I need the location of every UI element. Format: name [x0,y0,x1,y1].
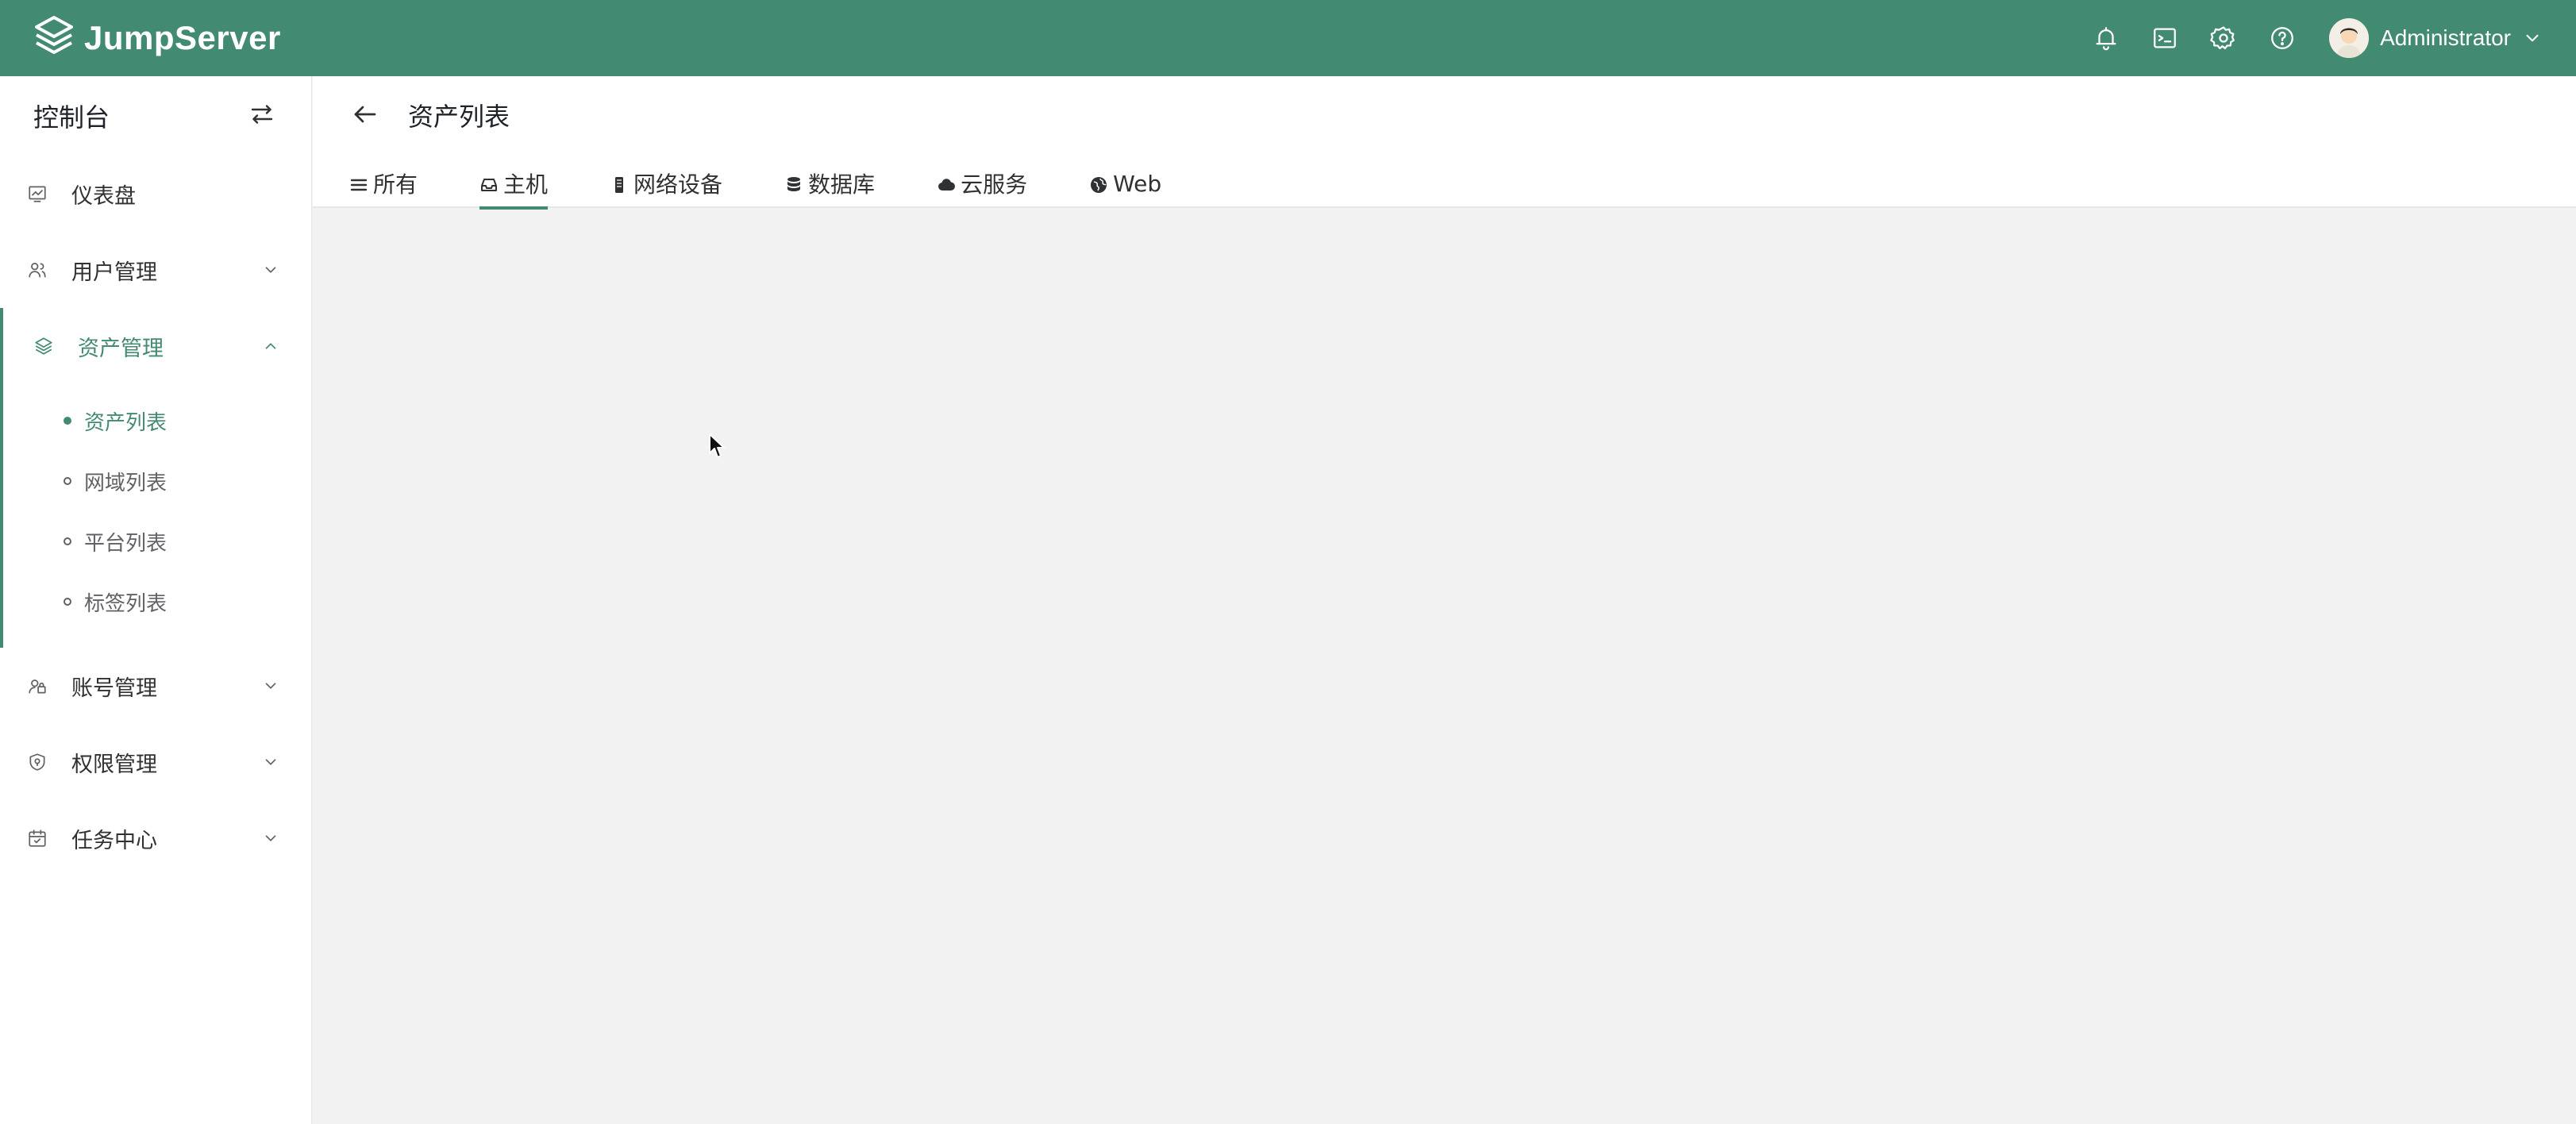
avatar [2329,18,2370,58]
chevron-down-icon [262,753,279,771]
switch-view-icon[interactable] [248,100,276,132]
gear-icon[interactable] [2194,0,2253,76]
account-icon [27,676,48,696]
calendar-icon [27,828,48,849]
bullet-icon [64,477,71,485]
sidebar-item-dashboard[interactable]: 仪表盘 [0,156,311,232]
list-icon [349,174,368,193]
chevron-down-icon [2522,28,2543,48]
sidebar-subitem-asset-list[interactable]: 资产列表 [3,391,311,451]
globe-icon [1089,174,1108,193]
app-logo[interactable]: JumpServer [32,14,281,62]
bullet-icon [64,417,71,425]
sidebar-subitem-platform-list[interactable]: 平台列表 [3,511,311,572]
top-header: JumpServer Administrator [0,0,2576,76]
back-arrow-icon[interactable] [351,100,379,129]
header-actions: Administrator [2077,0,2576,76]
page-header: 资产列表 所有 主机 网络设备 数据库 云服务 Web [313,76,2576,210]
sidebar-subitem-label: 资产列表 [84,410,167,435]
terminal-icon[interactable] [2135,0,2194,76]
bullet-icon [64,598,71,606]
bell-icon[interactable] [2077,0,2135,76]
page-title: 资产列表 [408,102,510,132]
sidebar-item-label: 账号管理 [71,676,157,701]
chevron-up-icon [262,337,279,355]
sidebar-item-assets[interactable]: 资产管理 [3,308,311,384]
tab-label: 数据库 [808,171,876,198]
tab-cloud-service[interactable]: 云服务 [937,159,1027,208]
chevron-down-icon [262,261,279,279]
tab-label: 网络设备 [633,171,723,198]
sidebar: 控制台 仪表盘 用户管理 资产管理 资产列表 网域列表 平台列表 标签列表 账号… [0,76,312,1124]
tab-host[interactable]: 主机 [479,159,549,210]
sidebar-item-permissions[interactable]: 权限管理 [0,724,311,800]
sidebar-subitem-label: 平台列表 [84,531,167,556]
layers-icon [33,336,54,356]
tab-network-device[interactable]: 网络设备 [610,159,722,208]
chevron-down-icon [262,677,279,695]
sidebar-item-tasks[interactable]: 任务中心 [0,800,311,876]
sidebar-item-accounts[interactable]: 账号管理 [0,648,311,724]
tab-label: Web [1113,170,1162,197]
sidebar-subitem-label-list[interactable]: 标签列表 [3,572,311,632]
sidebar-title: 控制台 [33,102,110,133]
sidebar-subitem-label: 标签列表 [84,591,167,616]
cloud-icon [937,174,956,193]
mouse-cursor-icon [708,433,726,460]
help-icon[interactable] [2253,0,2312,76]
chevron-down-icon [262,830,279,847]
content-area [313,210,2576,1124]
tab-label: 主机 [503,171,549,198]
sidebar-subitem-label: 网域列表 [84,471,167,495]
sidebar-item-label: 权限管理 [71,752,157,777]
shield-icon [27,752,48,772]
app-name: JumpServer [84,19,281,56]
database-icon [784,174,803,193]
tab-web[interactable]: Web [1089,159,1161,208]
user-name: Administrator [2380,25,2511,50]
sidebar-item-label: 任务中心 [71,828,157,853]
sidebar-item-label: 用户管理 [71,260,157,285]
sidebar-item-users[interactable]: 用户管理 [0,232,311,308]
inbox-icon [479,174,499,193]
tab-all[interactable]: 所有 [349,159,418,208]
dashboard-icon [27,183,48,204]
sidebar-item-label: 仪表盘 [71,183,136,209]
tab-label: 所有 [373,171,418,198]
sidebar-group-assets: 资产管理 资产列表 网域列表 平台列表 标签列表 [0,308,311,648]
bullet-icon [64,537,71,545]
tab-database[interactable]: 数据库 [784,159,875,208]
sidebar-header: 控制台 [0,76,311,156]
device-icon [610,174,629,193]
logo-icon [32,14,76,62]
sidebar-subitem-zone-list[interactable]: 网域列表 [3,451,311,511]
user-menu[interactable]: Administrator [2329,18,2543,58]
asset-type-tabs: 所有 主机 网络设备 数据库 云服务 Web [349,159,1223,210]
users-icon [27,260,48,280]
tab-label: 云服务 [961,171,1028,198]
sidebar-item-label: 资产管理 [78,336,164,361]
